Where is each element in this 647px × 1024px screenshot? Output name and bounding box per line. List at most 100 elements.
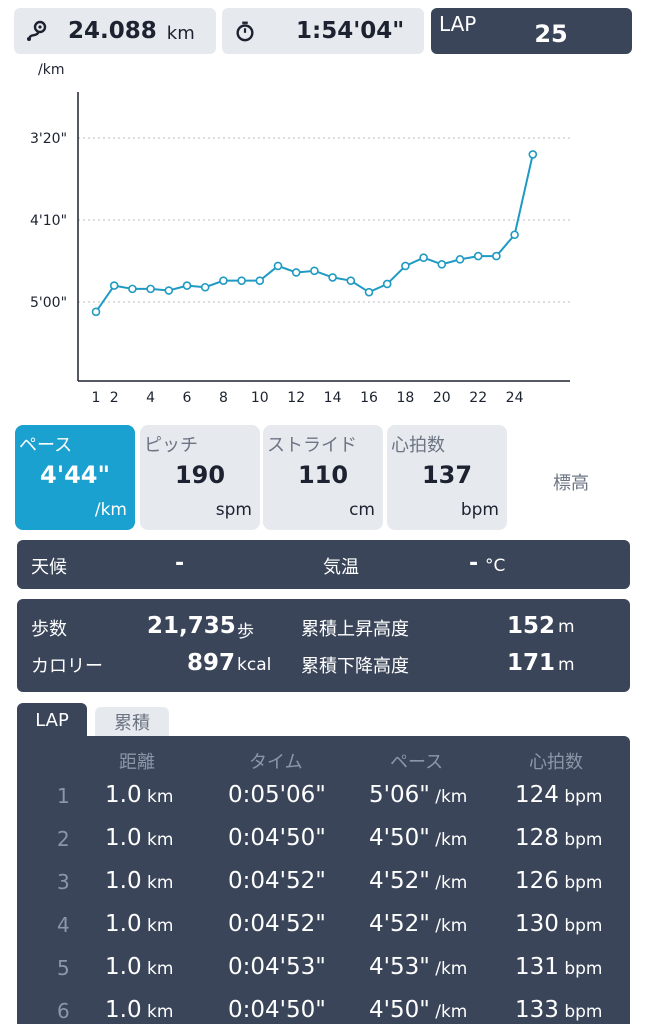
data-point	[346, 276, 356, 285]
tab-cumulative[interactable]: 累積	[95, 707, 169, 737]
column-header-heartrate: 心拍数	[529, 752, 583, 773]
lap-number: 3	[57, 870, 70, 894]
weather-label: 天候	[31, 557, 67, 578]
lap-distance: 1.0 km	[105, 911, 174, 937]
metric-label: ペース	[19, 435, 73, 456]
time-value: 1:54'04"	[296, 18, 405, 44]
data-point	[473, 251, 483, 261]
lap-time: 0:04'53"	[228, 954, 326, 980]
calorie-label: カロリー	[31, 656, 103, 677]
metric-heartrate-tile[interactable]: 心拍数 137 bpm	[387, 425, 507, 530]
metric-value: 137	[421, 461, 473, 489]
lap-pace: 4'50" /km	[369, 825, 468, 851]
metric-stride-tile[interactable]: ストライド 110 cm	[263, 425, 383, 530]
metric-value: 110	[297, 461, 349, 489]
lap-label: LAP	[439, 12, 477, 36]
tab-lap[interactable]: LAP	[17, 703, 87, 737]
table-row[interactable]: 4 1.0 km 0:04'52" 4'52" /km 130 bpm	[17, 907, 630, 950]
steps-unit: 歩	[237, 622, 254, 642]
lap-pace: 4'52" /km	[369, 868, 468, 894]
route-pin-icon	[24, 18, 50, 44]
data-point	[109, 281, 119, 290]
temperature-value: -	[469, 551, 479, 576]
table-row[interactable]: 6 1.0 km 0:04'50" 4'50" /km 133 bpm	[17, 993, 630, 1024]
data-point	[237, 276, 246, 285]
data-point	[437, 259, 447, 269]
ascent-label: 累積上昇高度	[301, 619, 409, 640]
table-row[interactable]: 3 1.0 km 0:04'52" 4'52" /km 126 bpm	[17, 864, 630, 907]
data-point	[455, 255, 465, 264]
metric-unit: cm	[349, 500, 375, 520]
time-card: 1:54'04"	[222, 8, 424, 54]
data-point	[182, 281, 192, 290]
data-point	[528, 150, 538, 159]
data-point	[310, 266, 319, 276]
lap-time: 0:04'52"	[228, 911, 326, 937]
lap-distance: 1.0 km	[105, 997, 174, 1023]
data-point	[128, 284, 137, 294]
x-tick-label: 22	[469, 390, 487, 406]
distance-unit: km	[166, 22, 195, 44]
distance-card: 24.088 km	[14, 8, 216, 54]
lap-time: 0:04'52"	[228, 868, 326, 894]
data-point	[419, 253, 428, 263]
y-axis-label: /km	[38, 62, 64, 78]
ascent-value: 152	[507, 613, 556, 639]
x-tick-label: 8	[219, 390, 228, 406]
metric-label: 心拍数	[391, 435, 445, 456]
x-tick-label: 14	[324, 390, 342, 406]
metric-elevation-tile[interactable]: 標高	[511, 425, 631, 530]
lap-number: 2	[57, 827, 70, 851]
data-point	[328, 273, 337, 282]
lap-card: LAP 25	[431, 8, 632, 54]
x-tick-label: 1	[92, 390, 101, 406]
metric-pitch-tile[interactable]: ピッチ 190 spm	[140, 425, 260, 530]
metric-label: 標高	[553, 473, 589, 494]
x-tick-label: 24	[506, 390, 524, 406]
lap-number: 5	[57, 956, 70, 980]
x-tick-label: 6	[183, 390, 192, 406]
lap-heartrate: 124 bpm	[515, 782, 603, 808]
metric-unit: bpm	[460, 500, 499, 520]
data-point	[510, 230, 519, 240]
ascent-unit: m	[558, 617, 575, 637]
weather-panel: 天候 - 気温 - °C	[17, 540, 630, 589]
metric-label: ストライド	[267, 435, 357, 456]
x-tick-label: 12	[287, 390, 305, 406]
pace-chart: /km 3'20" 4'10" 5'00" 1 2 4 6 8 10 12 14 16 18 20 22 2…	[0, 56, 647, 414]
data-point	[364, 287, 374, 297]
table-row[interactable]: 2 1.0 km 0:04'50" 4'50" /km 128 bpm	[17, 821, 630, 864]
lap-number: 1	[57, 784, 70, 808]
descent-unit: m	[558, 655, 575, 675]
lap-time: 0:05'06"	[228, 782, 326, 808]
column-header-pace: ペース	[390, 752, 444, 773]
pace-chart-svg: /km 3'20"4'10"5'00" 1 2 4 6 8 10 12 14 16 18 20 22 2…	[30, 62, 570, 406]
stats-panel: 歩数 21,735 歩 カロリー 897 kcal 累積上昇高度 152 m 累…	[17, 599, 630, 692]
y-tick-label: 3'20"	[30, 131, 67, 147]
lap-distance: 1.0 km	[105, 868, 174, 894]
steps-label: 歩数	[31, 619, 67, 640]
x-tick-label: 2	[110, 390, 119, 406]
table-row[interactable]: 5 1.0 km 0:04'53" 4'53" /km 131 bpm	[17, 950, 630, 993]
data-point	[291, 268, 301, 277]
lap-heartrate: 128 bpm	[515, 825, 603, 851]
lap-number: 4	[57, 913, 70, 937]
data-point	[164, 286, 174, 295]
lap-distance: 1.0 km	[105, 825, 174, 851]
data-point	[200, 282, 210, 292]
table-row[interactable]: 1 1.0 km 0:05'06" 5'06" /km 124 bpm	[17, 778, 630, 821]
lap-distance: 1.0 km	[105, 954, 174, 980]
lap-distance: 1.0 km	[105, 782, 174, 808]
descent-label: 累積下降高度	[301, 656, 409, 677]
data-point	[255, 276, 265, 285]
data-point	[91, 307, 101, 317]
pace-series-line	[95, 154, 534, 313]
x-tick-label: 20	[433, 390, 451, 406]
metric-unit: /km	[94, 500, 127, 520]
steps-value: 21,735	[147, 613, 236, 639]
metric-pace-tile[interactable]: ペース 4'44" /km	[15, 425, 135, 530]
lap-heartrate: 131 bpm	[515, 954, 603, 980]
descent-value: 171	[507, 650, 556, 676]
metric-unit: spm	[215, 500, 252, 520]
lap-heartrate: 133 bpm	[515, 997, 603, 1023]
